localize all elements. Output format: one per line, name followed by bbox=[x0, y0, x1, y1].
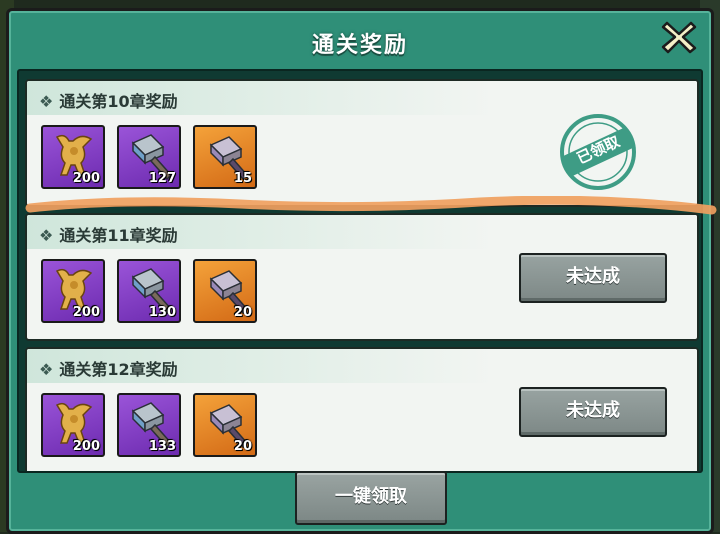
claim-all-button[interactable]: 一键领取 bbox=[295, 471, 447, 525]
card-header: ❖ 通关第12章奖励 bbox=[27, 349, 697, 383]
reward-item[interactable]: 133 bbox=[117, 393, 181, 457]
card-title: ❖ 通关第11章奖励 bbox=[39, 226, 178, 245]
item-count: 200 bbox=[72, 439, 100, 454]
item-count: 130 bbox=[148, 305, 176, 320]
reward-item[interactable]: 20 bbox=[193, 393, 257, 457]
item-count: 20 bbox=[233, 305, 252, 320]
reward-item[interactable]: 20 bbox=[193, 259, 257, 323]
card-header: ❖ 通关第10章奖励 bbox=[27, 81, 697, 115]
item-row: 200 127 15 bbox=[41, 125, 257, 193]
item-row: 200 133 20 bbox=[41, 393, 257, 461]
reward-list[interactable]: ❖ 通关第10章奖励 200 127 15 已领取 ❖ 通关第11章奖励 200… bbox=[17, 69, 703, 473]
item-count: 15 bbox=[233, 171, 252, 186]
reward-item[interactable]: 200 bbox=[41, 125, 105, 189]
card-title: ❖ 通关第10章奖励 bbox=[39, 92, 178, 111]
not-reached-button[interactable]: 未达成 bbox=[519, 253, 667, 303]
card-header: ❖ 通关第11章奖励 bbox=[27, 215, 697, 249]
item-count: 133 bbox=[148, 439, 176, 454]
card-title-text: 通关第12章奖励 bbox=[59, 360, 178, 379]
card-title-text: 通关第11章奖励 bbox=[59, 226, 178, 245]
not-reached-button[interactable]: 未达成 bbox=[519, 387, 667, 437]
chapter-rewards-dialog: 通关奖励 ❖ 通关第10章奖励 200 127 15 已领取 ❖ 通关第11章奖… bbox=[6, 8, 714, 534]
reward-item[interactable]: 130 bbox=[117, 259, 181, 323]
reward-card-chapter-10: ❖ 通关第10章奖励 200 127 15 已领取 bbox=[25, 79, 699, 207]
close-x-icon bbox=[661, 21, 697, 54]
item-count: 127 bbox=[148, 171, 176, 186]
reward-card-chapter-11: ❖ 通关第11章奖励 200 130 20 未达成 bbox=[25, 213, 699, 341]
title-bar: 通关奖励 bbox=[9, 11, 711, 73]
reward-item[interactable]: 200 bbox=[41, 393, 105, 457]
item-count: 200 bbox=[72, 305, 100, 320]
item-count: 20 bbox=[233, 439, 252, 454]
card-title: ❖ 通关第12章奖励 bbox=[39, 360, 178, 379]
item-count: 200 bbox=[72, 171, 100, 186]
claimed-stamp: 已领取 bbox=[557, 111, 639, 193]
close-button[interactable] bbox=[659, 17, 699, 57]
reward-item[interactable]: 15 bbox=[193, 125, 257, 189]
reward-item[interactable]: 127 bbox=[117, 125, 181, 189]
dialog-title: 通关奖励 bbox=[311, 33, 408, 58]
reward-item[interactable]: 200 bbox=[41, 259, 105, 323]
reward-card-chapter-12: ❖ 通关第12章奖励 200 133 20 未达成 bbox=[25, 347, 699, 471]
item-row: 200 130 20 bbox=[41, 259, 257, 327]
card-title-text: 通关第10章奖励 bbox=[59, 92, 178, 111]
